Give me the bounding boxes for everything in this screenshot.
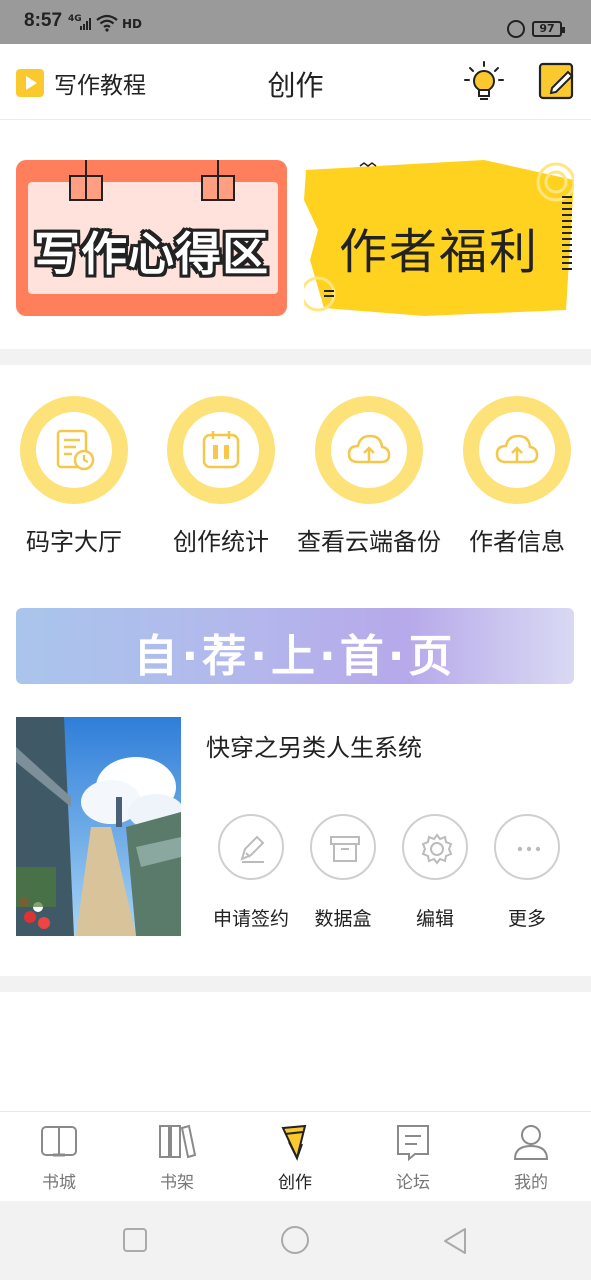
- pen-icon: [218, 814, 284, 880]
- nav-create-label: 创作: [278, 1173, 312, 1193]
- more-button[interactable]: 更多: [487, 814, 567, 931]
- clip-icon: [201, 160, 235, 201]
- nav-bookshelf-label: 书架: [160, 1173, 194, 1193]
- book-cover[interactable]: [16, 717, 181, 936]
- pen-create-icon: [281, 1124, 307, 1161]
- apply-contract-button[interactable]: 申请签约: [211, 814, 291, 931]
- battery-indicator: 97: [532, 21, 565, 37]
- nav-bookstore-label: 书城: [42, 1173, 76, 1193]
- recommend-to-homepage-banner[interactable]: 自·荐·上·首·页: [16, 608, 574, 684]
- status-bar: 8:57 4G HD 97: [0, 0, 591, 44]
- apply-contract-label: 申请签约: [212, 908, 289, 930]
- edit-book-button[interactable]: 编辑: [395, 814, 475, 931]
- cloud-upload-icon: [463, 396, 571, 504]
- typing-hall-label: 码字大厅: [26, 528, 122, 556]
- book-open-icon: [41, 1126, 77, 1157]
- section-divider: [0, 976, 591, 992]
- clip-icon: [69, 160, 103, 201]
- cloud-backup-label: 查看云端备份: [297, 528, 441, 556]
- nav-bookstore[interactable]: 书城: [0, 1122, 118, 1193]
- signal-icon: [80, 18, 91, 30]
- nav-forum[interactable]: 论坛: [354, 1122, 472, 1193]
- data-box-label: 数据盒: [314, 908, 372, 930]
- cloud-upload-icon: [315, 396, 423, 504]
- more-icon: [494, 814, 560, 880]
- author-info-label: 作者信息: [469, 528, 565, 556]
- box-icon: [310, 814, 376, 880]
- forum-icon: [397, 1125, 429, 1162]
- nav-bookshelf[interactable]: 书架: [118, 1122, 236, 1193]
- gear-icon: [402, 814, 468, 880]
- creation-stats-button[interactable]: 创作统计: [147, 396, 295, 557]
- writing-tips-banner-text: 写作心得区: [34, 227, 269, 281]
- rotation-lock-icon: [507, 20, 525, 38]
- nav-profile[interactable]: 我的: [472, 1122, 590, 1193]
- bookshelf-icon: [159, 1124, 197, 1159]
- data-box-button[interactable]: 数据盒: [303, 814, 383, 931]
- recommend-banner-text: 自·荐·上·首·页: [133, 631, 457, 682]
- hd-indicator: HD: [122, 17, 143, 31]
- calendar-stats-icon: [167, 396, 275, 504]
- more-label: 更多: [507, 908, 546, 930]
- author-benefits-banner-text: 作者福利: [338, 224, 539, 280]
- nav-create[interactable]: 创作: [236, 1122, 354, 1193]
- author-info-button[interactable]: 作者信息: [443, 396, 591, 557]
- book-title[interactable]: 快穿之另类人生系统: [206, 728, 422, 763]
- system-nav-bar: [0, 1201, 591, 1280]
- user-icon: [513, 1125, 549, 1160]
- typing-hall-button[interactable]: 码字大厅: [0, 396, 148, 557]
- recent-apps-icon[interactable]: [122, 1227, 148, 1253]
- nav-profile-label: 我的: [514, 1173, 548, 1193]
- bottom-nav: 书城 书架 创作 论坛 我的: [0, 1111, 591, 1201]
- home-icon[interactable]: [280, 1225, 310, 1255]
- app-header: 写作教程 创作: [0, 44, 591, 120]
- creation-stats-label: 创作统计: [173, 528, 269, 556]
- nav-forum-label: 论坛: [396, 1173, 430, 1193]
- wifi-icon: [96, 14, 118, 32]
- back-icon[interactable]: [442, 1227, 468, 1255]
- author-benefits-banner[interactable]: 作者福利: [304, 160, 574, 316]
- section-divider: [0, 349, 591, 365]
- lightbulb-icon[interactable]: [462, 60, 506, 104]
- cloud-backup-button[interactable]: 查看云端备份: [295, 396, 443, 557]
- writing-tips-banner[interactable]: 写作心得区: [16, 160, 287, 316]
- document-clock-icon: [20, 396, 128, 504]
- status-time: 8:57: [24, 10, 63, 31]
- edit-book-label: 编辑: [415, 908, 454, 930]
- edit-note-icon[interactable]: [538, 62, 576, 100]
